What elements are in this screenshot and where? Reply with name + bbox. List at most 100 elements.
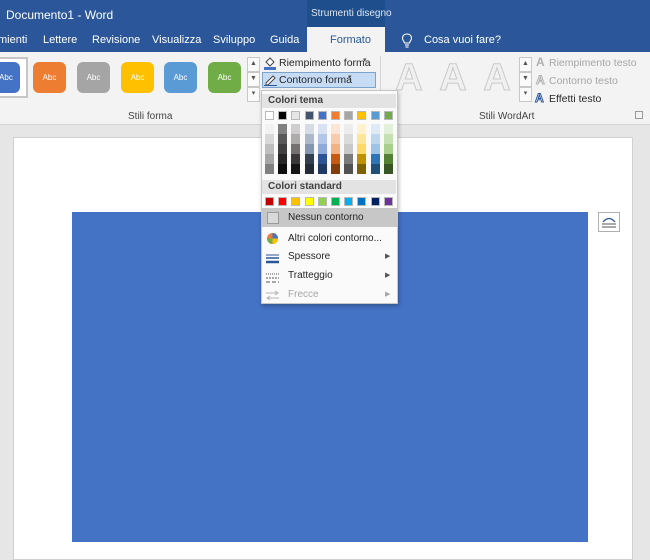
theme-shade-swatch[interactable] — [291, 164, 301, 174]
theme-shade-swatch[interactable] — [265, 134, 274, 144]
shape-style-6[interactable]: Abc — [208, 62, 241, 93]
theme-color-swatch[interactable] — [291, 111, 301, 120]
theme-shade-swatch[interactable] — [383, 124, 393, 134]
shape-style-1[interactable]: Abc — [0, 62, 20, 93]
theme-shade-swatch[interactable] — [291, 144, 301, 154]
theme-shade-swatch[interactable] — [291, 134, 301, 144]
tab-lettere[interactable]: Lettere — [43, 34, 77, 46]
theme-color-swatch[interactable] — [317, 111, 327, 120]
standard-color-swatch[interactable] — [357, 197, 367, 206]
theme-shade-swatch[interactable] — [304, 154, 314, 164]
weight-item[interactable]: Spessore ▶ — [262, 247, 397, 266]
wordart-style-2[interactable]: A — [433, 58, 473, 99]
theme-shade-swatch[interactable] — [383, 164, 393, 174]
theme-color-swatch[interactable] — [278, 111, 288, 120]
standard-color-swatch[interactable] — [304, 197, 314, 206]
theme-shade-swatch[interactable] — [357, 164, 367, 174]
fill-dropdown-icon[interactable]: ▾ — [363, 56, 367, 64]
theme-shade-swatch[interactable] — [331, 154, 340, 164]
tab-revisione[interactable]: Revisione — [92, 34, 140, 46]
standard-color-swatch[interactable] — [383, 197, 393, 206]
theme-shade-swatch[interactable] — [370, 154, 380, 164]
wordart-scroll-down-icon[interactable]: ▼ — [519, 72, 532, 87]
styles-more-icon[interactable]: ▾ — [247, 87, 260, 102]
tell-me-search[interactable]: Cosa vuoi fare? — [424, 34, 501, 46]
theme-shade-swatch[interactable] — [304, 124, 314, 134]
shape-outline-button[interactable]: Contorno forma — [279, 74, 352, 86]
theme-shade-swatch[interactable] — [265, 124, 274, 134]
theme-shade-swatch[interactable] — [331, 164, 340, 174]
text-effects-button[interactable]: Effetti testo — [549, 93, 601, 105]
theme-shade-swatch[interactable] — [278, 164, 288, 174]
theme-shade-swatch[interactable] — [317, 154, 327, 164]
wordart-style-3[interactable]: A — [477, 58, 517, 99]
theme-shade-swatch[interactable] — [317, 124, 327, 134]
theme-color-swatch[interactable] — [344, 111, 354, 120]
layout-options-icon[interactable] — [598, 212, 620, 232]
theme-shade-swatch[interactable] — [370, 164, 380, 174]
arrows-item[interactable]: Frecce ▶ — [262, 285, 397, 304]
standard-color-swatch[interactable] — [278, 197, 288, 206]
theme-color-swatch[interactable] — [383, 111, 393, 120]
text-outline-button[interactable]: Contorno testo — [549, 75, 618, 87]
theme-shade-swatch[interactable] — [265, 154, 274, 164]
theme-shade-swatch[interactable] — [383, 144, 393, 154]
theme-color-swatch[interactable] — [357, 111, 367, 120]
theme-shade-swatch[interactable] — [344, 124, 354, 134]
shape-style-5[interactable]: Abc — [164, 62, 197, 93]
theme-shade-swatch[interactable] — [317, 134, 327, 144]
theme-shade-swatch[interactable] — [344, 134, 354, 144]
theme-shade-swatch[interactable] — [370, 134, 380, 144]
standard-color-swatch[interactable] — [265, 197, 274, 206]
tab-sviluppo[interactable]: Sviluppo — [213, 34, 255, 46]
outline-dropdown-icon[interactable]: ▾ — [348, 73, 352, 81]
standard-color-swatch[interactable] — [370, 197, 380, 206]
dashes-item[interactable]: Tratteggio ▶ — [262, 266, 397, 285]
theme-shade-swatch[interactable] — [370, 124, 380, 134]
wordart-scroll-up-icon[interactable]: ▲ — [519, 57, 532, 72]
theme-shade-swatch[interactable] — [317, 164, 327, 174]
theme-shade-swatch[interactable] — [383, 154, 393, 164]
shape-style-2[interactable]: Abc — [33, 62, 66, 93]
theme-shade-swatch[interactable] — [383, 134, 393, 144]
theme-shade-swatch[interactable] — [291, 124, 301, 134]
standard-color-swatch[interactable] — [344, 197, 354, 206]
theme-shade-swatch[interactable] — [344, 144, 354, 154]
standard-color-swatch[interactable] — [317, 197, 327, 206]
shape-fill-button[interactable]: Riempimento forma — [279, 57, 371, 69]
theme-color-swatch[interactable] — [265, 111, 274, 120]
tab-riferimenti[interactable]: mienti — [0, 34, 27, 46]
theme-color-swatch[interactable] — [331, 111, 340, 120]
more-colors-item[interactable]: Altri colori contorno... — [262, 229, 397, 248]
theme-shade-swatch[interactable] — [357, 124, 367, 134]
theme-shade-swatch[interactable] — [278, 154, 288, 164]
theme-shade-swatch[interactable] — [304, 164, 314, 174]
wordart-more-icon[interactable]: ▾ — [519, 87, 532, 102]
theme-shade-swatch[interactable] — [331, 134, 340, 144]
theme-shade-swatch[interactable] — [278, 144, 288, 154]
theme-color-swatch[interactable] — [370, 111, 380, 120]
dialog-launcher-icon[interactable] — [635, 111, 643, 119]
standard-color-swatch[interactable] — [331, 197, 340, 206]
theme-shade-swatch[interactable] — [357, 134, 367, 144]
theme-shade-swatch[interactable] — [344, 164, 354, 174]
standard-color-swatch[interactable] — [291, 197, 301, 206]
theme-shade-swatch[interactable] — [265, 164, 274, 174]
theme-shade-swatch[interactable] — [357, 144, 367, 154]
theme-shade-swatch[interactable] — [370, 144, 380, 154]
theme-shade-swatch[interactable] — [317, 144, 327, 154]
theme-shade-swatch[interactable] — [278, 134, 288, 144]
theme-shade-swatch[interactable] — [331, 144, 340, 154]
theme-shade-swatch[interactable] — [331, 124, 340, 134]
no-outline-item[interactable]: Nessun contorno — [262, 208, 397, 227]
shape-style-3[interactable]: Abc — [77, 62, 110, 93]
styles-scroll-down-icon[interactable]: ▼ — [247, 72, 260, 87]
tab-visualizza[interactable]: Visualizza — [152, 34, 201, 46]
tab-guida[interactable]: Guida — [270, 34, 299, 46]
theme-shade-swatch[interactable] — [291, 154, 301, 164]
shape-style-4[interactable]: Abc — [121, 62, 154, 93]
theme-shade-swatch[interactable] — [344, 154, 354, 164]
theme-shade-swatch[interactable] — [265, 144, 274, 154]
theme-shade-swatch[interactable] — [357, 154, 367, 164]
theme-shade-swatch[interactable] — [304, 144, 314, 154]
